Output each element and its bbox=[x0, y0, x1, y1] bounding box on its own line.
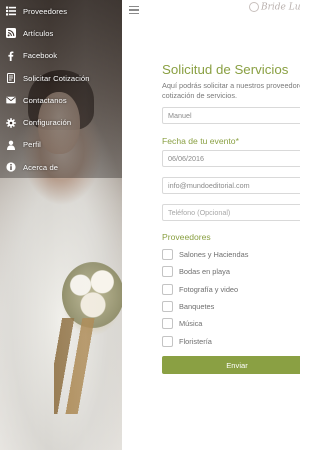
checkbox[interactable] bbox=[162, 301, 173, 313]
brand-logo-text: Bride Lux bbox=[261, 2, 300, 13]
provider-option-salones[interactable]: Salones y Haciendas bbox=[162, 246, 300, 263]
checkbox[interactable] bbox=[162, 249, 173, 261]
email-field[interactable] bbox=[162, 177, 300, 194]
menu-item-acerca-de[interactable]: Acerca de bbox=[0, 156, 122, 178]
menu-item-label: Contactanos bbox=[23, 95, 67, 105]
menu-item-label: Artículos bbox=[23, 28, 54, 38]
provider-option-label: Fotografía y video bbox=[179, 284, 239, 294]
checkbox[interactable] bbox=[162, 318, 173, 330]
checkbox[interactable] bbox=[162, 266, 173, 278]
providers-checklist: Salones y Haciendas Bodas en playa Fotog… bbox=[162, 246, 300, 350]
brand-logo: Bride Lux bbox=[249, 2, 300, 20]
checkbox[interactable] bbox=[162, 283, 173, 295]
menu-item-articulos[interactable]: Artículos bbox=[0, 22, 122, 44]
form-description: Aquí podrás solicitar a nuestros proveed… bbox=[162, 81, 300, 100]
provider-option-label: Salones y Haciendas bbox=[179, 250, 249, 260]
phone-field[interactable] bbox=[162, 204, 300, 221]
main-panel: Bride Lux Solicitud de Servicios Aquí po… bbox=[122, 0, 300, 450]
document-icon bbox=[6, 73, 16, 84]
event-date-field[interactable] bbox=[162, 150, 300, 167]
provider-option-label: Banquetes bbox=[179, 302, 215, 312]
page-title: Solicitud de Servicios bbox=[162, 62, 289, 77]
person-icon bbox=[6, 140, 16, 150]
send-button[interactable]: Enviar bbox=[162, 356, 300, 374]
menu-item-label: Acerca de bbox=[23, 162, 59, 172]
checkbox[interactable] bbox=[162, 335, 173, 347]
menu-item-contactanos[interactable]: Contactanos bbox=[0, 89, 122, 111]
facebook-icon bbox=[6, 51, 16, 61]
side-drawer: Proveedores Artículos Facebook Solicitar… bbox=[0, 0, 122, 450]
menu-item-proveedores[interactable]: Proveedores bbox=[0, 0, 122, 22]
event-date-label: Fecha de tu evento* bbox=[162, 136, 239, 146]
envelope-icon bbox=[6, 95, 16, 105]
menu-item-solicitar-cotizacion[interactable]: Solicitar Cotización bbox=[0, 67, 122, 89]
side-menu: Proveedores Artículos Facebook Solicitar… bbox=[0, 0, 122, 178]
hamburger-menu-icon[interactable] bbox=[129, 6, 139, 14]
menu-item-label: Perfil bbox=[23, 140, 41, 150]
menu-item-label: Proveedores bbox=[23, 6, 68, 16]
name-field[interactable] bbox=[162, 107, 300, 124]
menu-item-facebook[interactable]: Facebook bbox=[0, 45, 122, 67]
provider-option-musica[interactable]: Música bbox=[162, 315, 300, 332]
provider-option-floristeria[interactable]: Floristería bbox=[162, 332, 300, 349]
ring-icon bbox=[249, 2, 259, 12]
menu-item-label: Facebook bbox=[23, 51, 58, 61]
menu-item-label: Solicitar Cotización bbox=[23, 73, 90, 83]
provider-option-label: Floristería bbox=[179, 336, 212, 346]
providers-label: Proveedores bbox=[162, 232, 211, 242]
menu-item-perfil[interactable]: Perfil bbox=[0, 134, 122, 156]
gear-icon bbox=[6, 117, 16, 128]
rss-icon bbox=[6, 28, 16, 39]
provider-option-bodas-playa[interactable]: Bodas en playa bbox=[162, 263, 300, 280]
list-icon bbox=[6, 6, 16, 16]
menu-item-label: Configuración bbox=[23, 118, 72, 128]
menu-item-configuracion[interactable]: Configuración bbox=[0, 111, 122, 133]
provider-option-label: Música bbox=[179, 319, 203, 329]
provider-option-banquetes[interactable]: Banquetes bbox=[162, 298, 300, 315]
provider-option-label: Bodas en playa bbox=[179, 267, 230, 277]
provider-option-fotografia[interactable]: Fotografía y video bbox=[162, 281, 300, 298]
info-icon bbox=[6, 162, 16, 172]
